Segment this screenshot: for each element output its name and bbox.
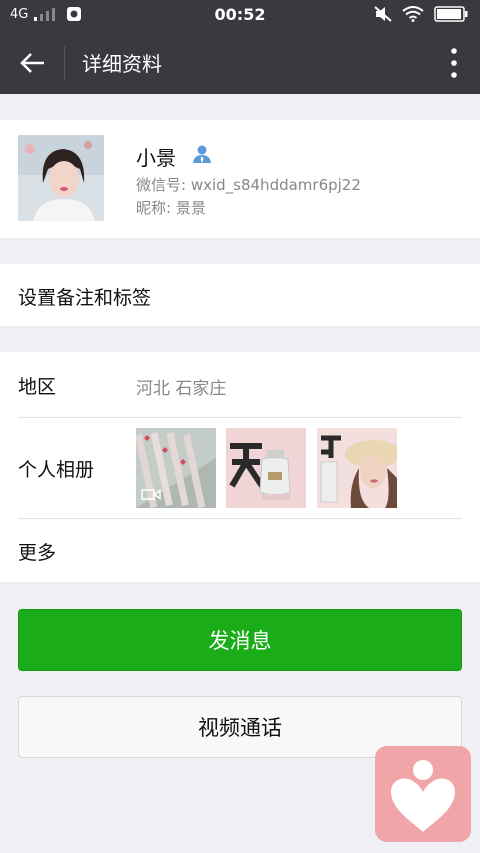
- avatar[interactable]: [18, 135, 104, 221]
- heart-person-icon: [391, 760, 455, 832]
- region-value: 河北 石家庄: [136, 379, 227, 399]
- status-bar: 4G 00:52: [0, 0, 480, 32]
- wechat-id: 微信号: wxid_s84hddamr6pj22: [136, 176, 361, 194]
- more-label[interactable]: 更多: [18, 538, 56, 565]
- page-title: 详细资料: [82, 52, 162, 76]
- floating-heart-app-icon[interactable]: [375, 746, 471, 842]
- divider: [18, 518, 462, 519]
- send-message-button[interactable]: 发消息: [18, 609, 462, 671]
- album-label[interactable]: 个人相册: [18, 455, 94, 482]
- album-thumb-1[interactable]: [136, 428, 216, 508]
- album-photo-2: [226, 428, 306, 508]
- user-icon: [193, 145, 211, 163]
- wifi-icon: [402, 6, 424, 22]
- title-bar: 详细资料: [0, 32, 480, 94]
- album-photo-3: [317, 428, 397, 508]
- battery-icon: [434, 6, 468, 22]
- remark-label: 设置备注和标签: [18, 287, 152, 309]
- album-photo-1: [136, 428, 216, 508]
- info-panel: 地区 河北 石家庄 个人相册 更多: [0, 352, 480, 582]
- divider: [18, 417, 462, 418]
- album-thumb-3[interactable]: [317, 428, 397, 508]
- remark-row[interactable]: 设置备注和标签: [0, 264, 480, 326]
- profile-card: 小景 微信号: wxid_s84hddamr6pj22 昵称: 景景: [0, 120, 480, 238]
- album-thumb-2[interactable]: [226, 428, 306, 508]
- nickname: 昵称: 景景: [136, 199, 206, 217]
- title-divider: [64, 46, 65, 80]
- mute-icon: [374, 6, 392, 22]
- region-label: 地区: [18, 376, 57, 398]
- back-arrow-icon[interactable]: [18, 48, 48, 78]
- avatar-image: [18, 135, 104, 221]
- status-right: [374, 6, 468, 22]
- contact-name: 小景: [136, 146, 176, 170]
- more-menu-icon[interactable]: [450, 46, 458, 80]
